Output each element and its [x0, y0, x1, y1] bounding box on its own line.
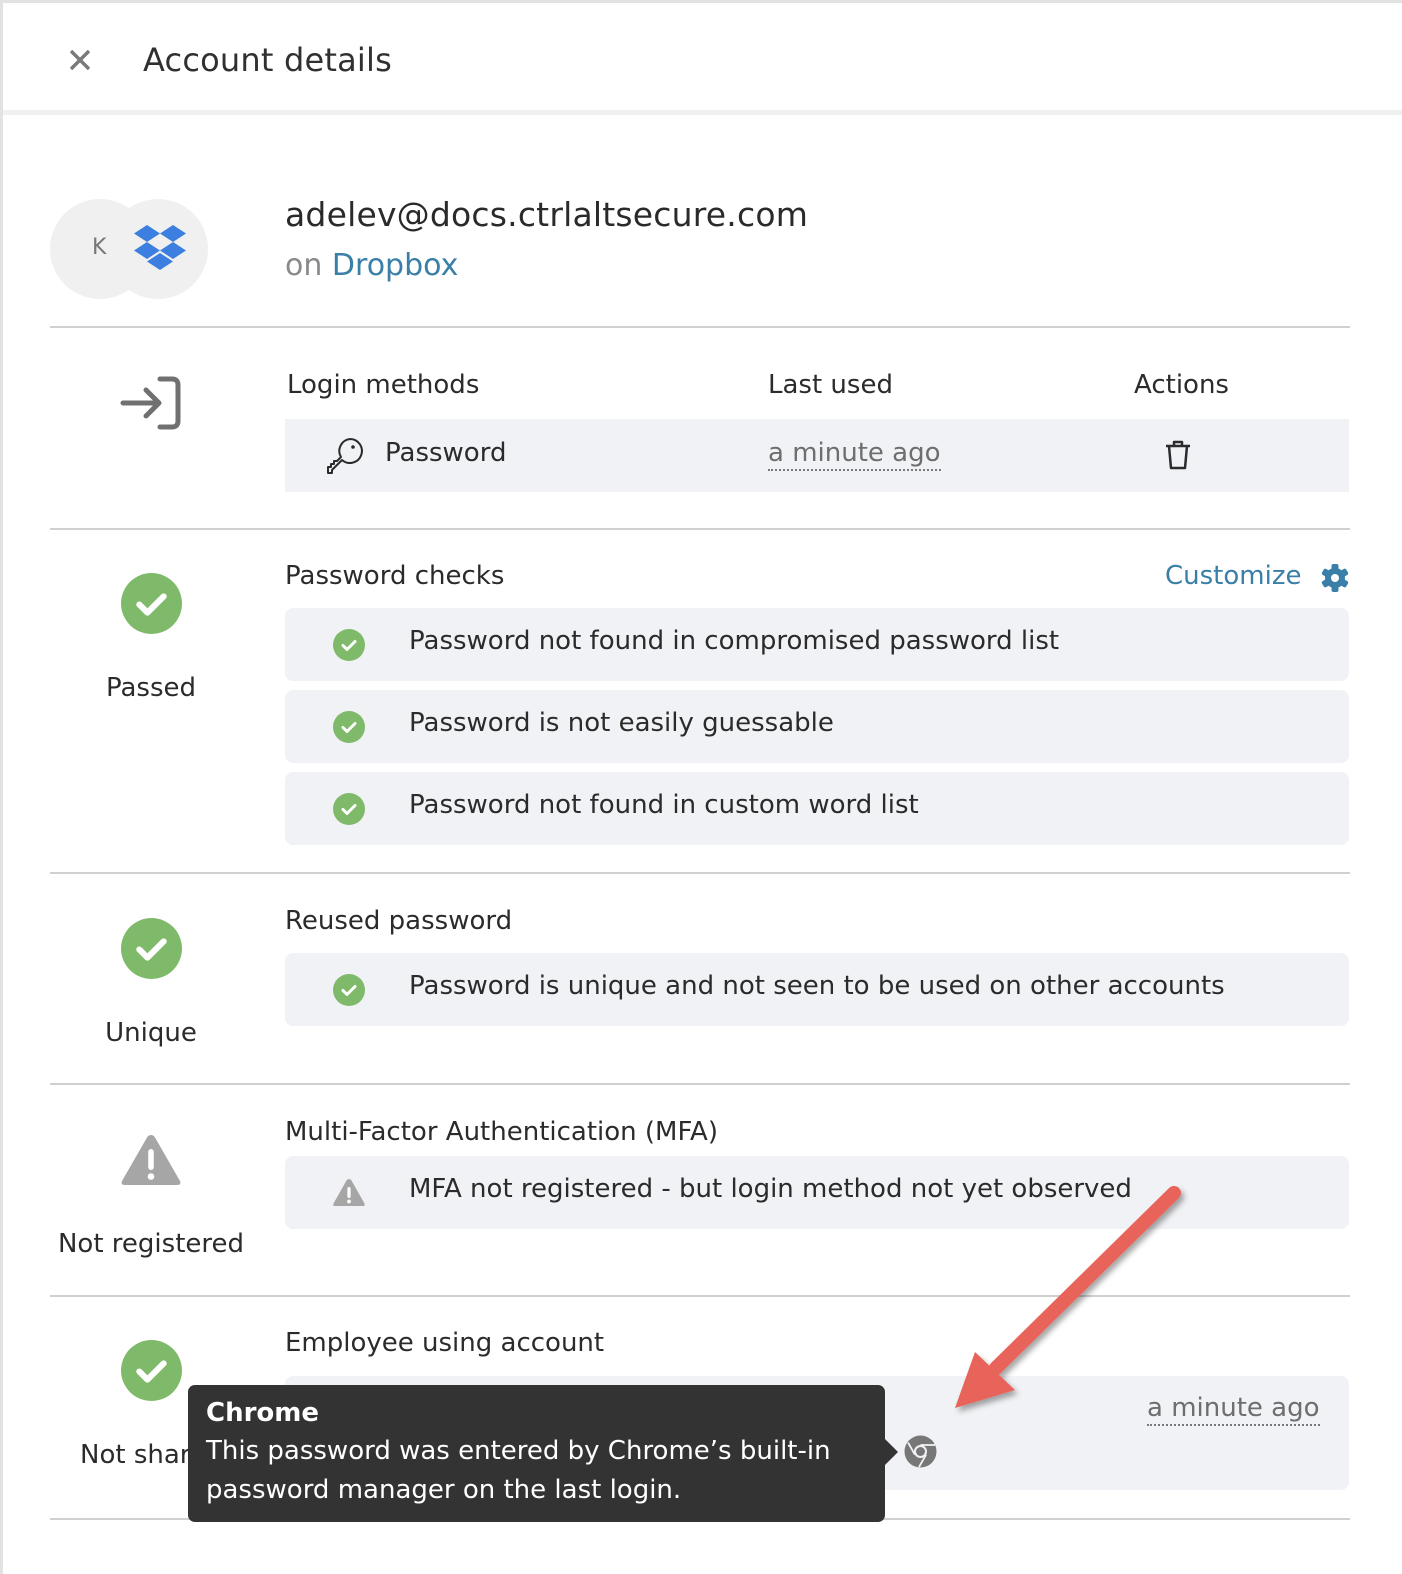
account-avatar-group: K — [50, 199, 210, 299]
tooltip-body: This password was entered by Chrome’s bu… — [206, 1436, 831, 1505]
warning-icon — [121, 1135, 181, 1185]
reused-password-title: Reused password — [285, 906, 513, 936]
key-icon — [327, 438, 363, 474]
mfa-status: Not registered — [57, 1229, 244, 1259]
reused-password-status: Unique — [105, 1018, 197, 1048]
check-circle-icon — [333, 629, 365, 661]
password-check-text: Password is not easily guessable — [409, 708, 834, 738]
password-check-text: Password not found in compromised passwo… — [409, 626, 1060, 656]
panel-header: Account details — [3, 3, 1402, 115]
dropbox-logo-icon — [134, 225, 186, 270]
check-circle-icon — [333, 711, 365, 743]
mfa-item: MFA not registered - but login method no… — [285, 1156, 1349, 1229]
last-used-time[interactable]: a minute ago — [768, 438, 941, 471]
tooltip-title: Chrome — [206, 1398, 320, 1428]
password-checks-status: Passed — [105, 673, 197, 703]
section-divider — [50, 1295, 1350, 1297]
password-check-item: Password not found in custom word list — [285, 772, 1349, 845]
password-check-item: Password is not easily guessable — [285, 690, 1349, 763]
chrome-icon[interactable] — [904, 1435, 937, 1468]
employee-last-used[interactable]: a minute ago — [1147, 1393, 1320, 1426]
app-avatar — [108, 199, 208, 299]
customize-link[interactable]: Customize — [1165, 561, 1301, 591]
check-circle-icon — [121, 918, 182, 979]
section-divider — [50, 528, 1350, 530]
section-divider — [50, 1083, 1350, 1085]
sign-in-icon — [120, 376, 181, 430]
employee-title: Employee using account — [285, 1328, 605, 1358]
password-checks-title: Password checks — [285, 561, 505, 591]
mfa-title: Multi-Factor Authentication (MFA) — [285, 1117, 718, 1147]
check-circle-icon — [333, 974, 365, 1006]
section-divider — [50, 872, 1350, 874]
column-header-login-methods: Login methods — [287, 370, 480, 400]
login-method-name: Password — [385, 438, 507, 468]
account-email: adelev@docs.ctrlaltsecure.com — [285, 195, 809, 234]
password-check-item: Password not found in compromised passwo… — [285, 608, 1349, 681]
page-title: Account details — [143, 41, 392, 79]
avatar-initial: K — [92, 235, 107, 260]
tooltip-pointer — [884, 1438, 898, 1466]
section-divider — [50, 326, 1350, 328]
check-circle-icon — [121, 1340, 182, 1401]
account-app-line: on Dropbox — [285, 248, 458, 283]
on-prefix: on — [285, 248, 323, 283]
column-header-actions: Actions — [1134, 370, 1229, 400]
check-circle-icon — [333, 793, 365, 825]
column-header-last-used: Last used — [768, 370, 893, 400]
close-icon — [69, 49, 91, 71]
reused-password-text: Password is unique and not seen to be us… — [409, 971, 1225, 1001]
warning-icon — [333, 1179, 365, 1206]
app-link[interactable]: Dropbox — [332, 248, 458, 283]
chrome-tooltip: Chrome This password was entered by Chro… — [188, 1385, 898, 1522]
mfa-text: MFA not registered - but login method no… — [409, 1174, 1132, 1204]
check-circle-icon — [121, 573, 182, 634]
trash-icon[interactable] — [1163, 439, 1193, 471]
reused-password-item: Password is unique and not seen to be us… — [285, 953, 1349, 1026]
login-method-row: Password a minute ago — [285, 419, 1349, 492]
password-check-text: Password not found in custom word list — [409, 790, 919, 820]
close-button[interactable] — [63, 43, 97, 77]
gear-icon[interactable] — [1320, 563, 1350, 593]
